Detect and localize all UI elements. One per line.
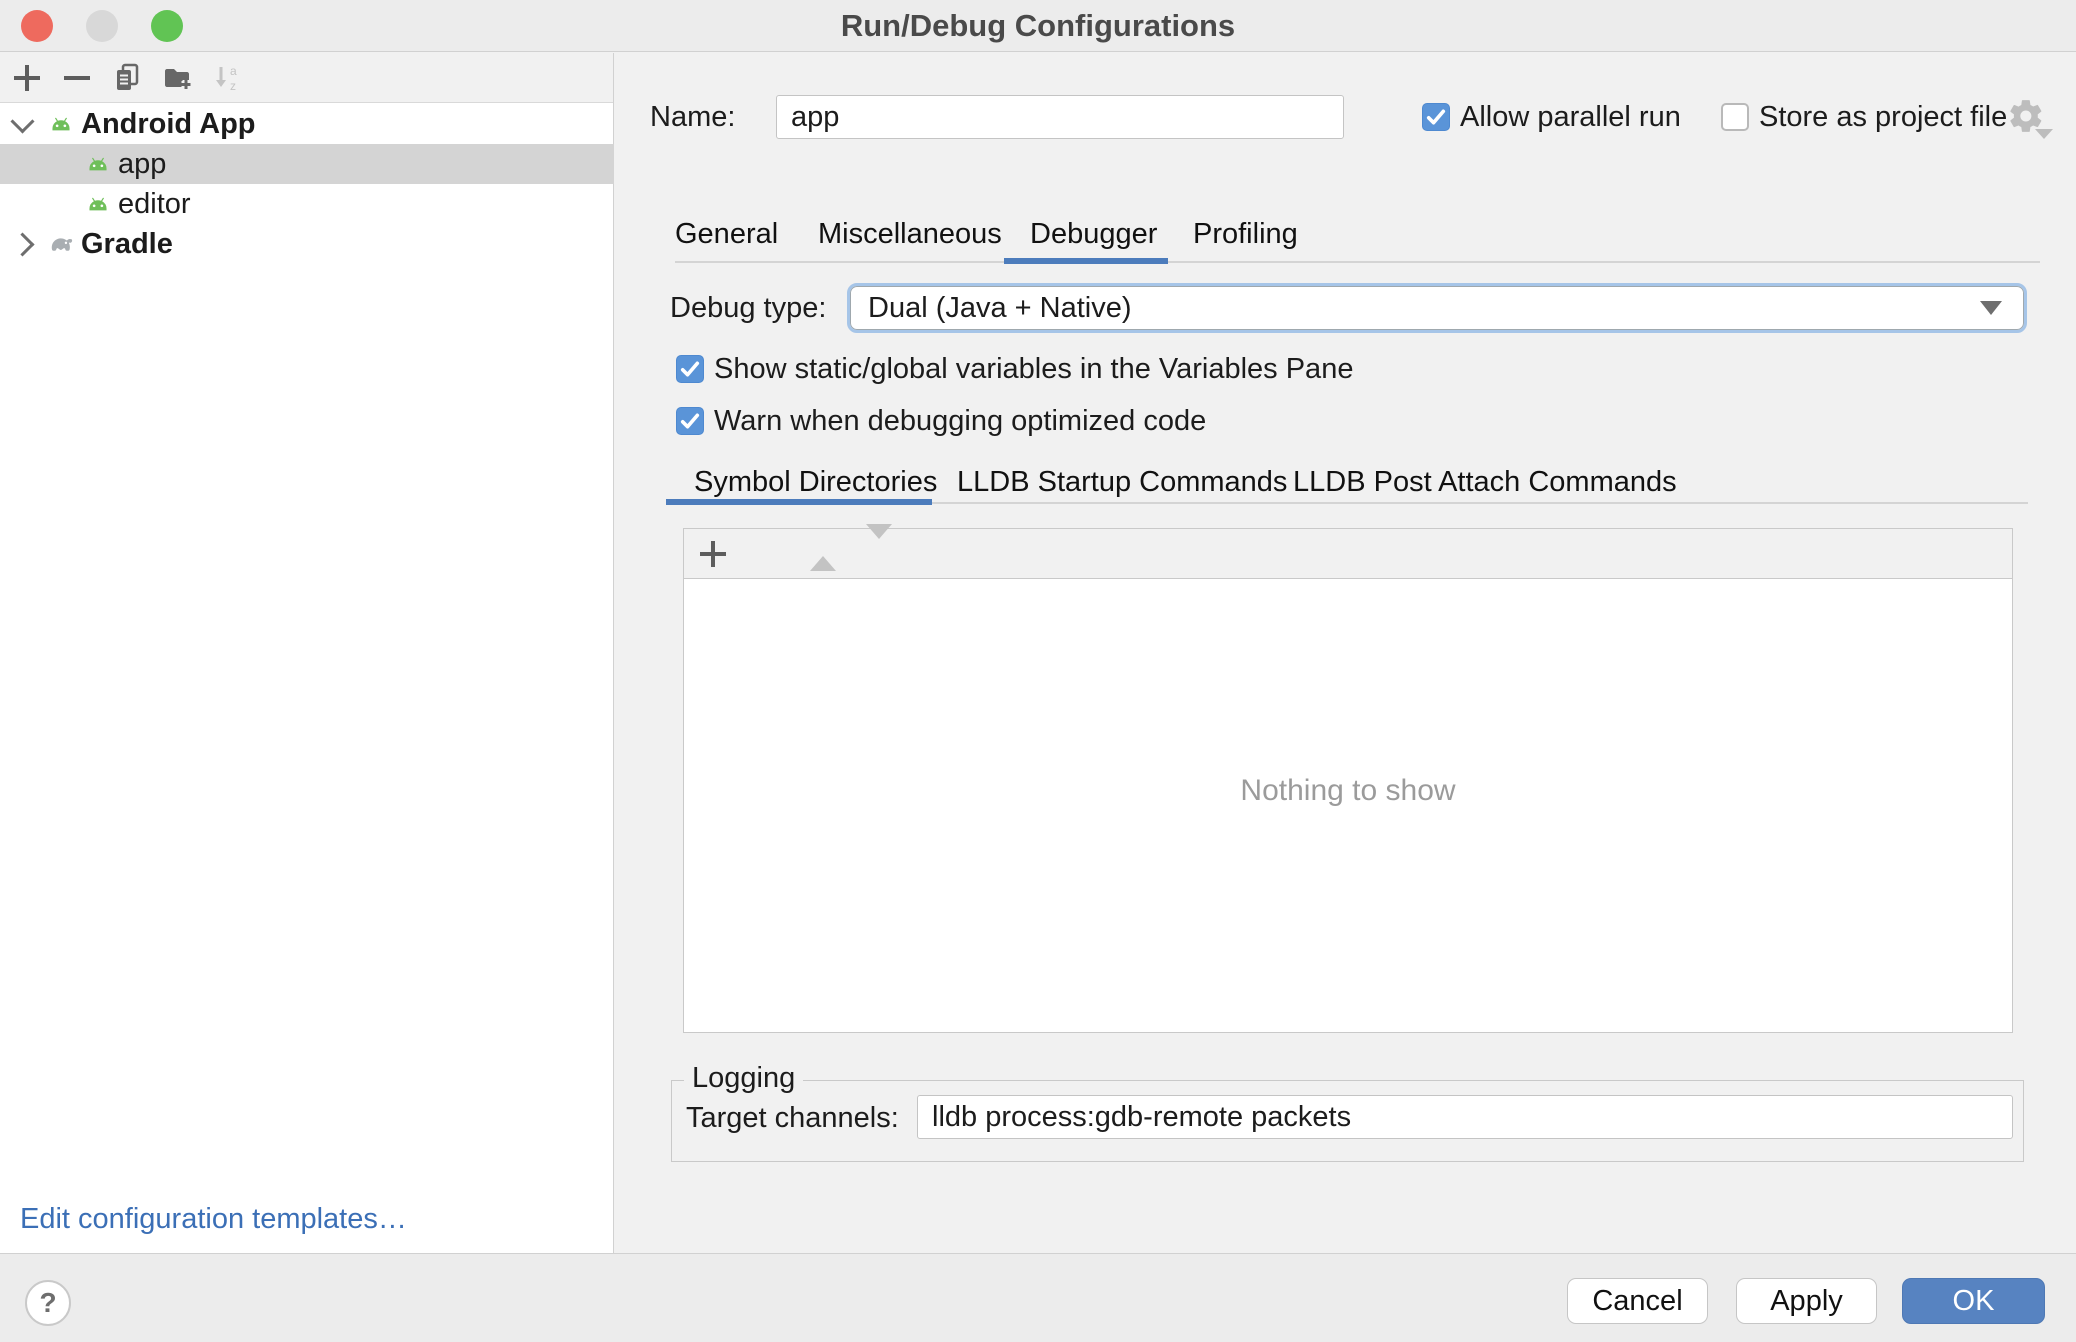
target-channels-label: Target channels: bbox=[686, 1101, 899, 1135]
add-icon[interactable] bbox=[698, 539, 728, 569]
ok-button[interactable]: OK bbox=[1902, 1278, 2045, 1324]
new-folder-icon[interactable] bbox=[162, 63, 192, 93]
debug-type-label: Debug type: bbox=[670, 291, 826, 325]
zoom-button[interactable] bbox=[151, 10, 183, 42]
empty-list-text: Nothing to show bbox=[684, 774, 2012, 808]
apply-button[interactable]: Apply bbox=[1736, 1278, 1877, 1324]
gradle-icon bbox=[45, 229, 75, 259]
chevron-right-icon[interactable] bbox=[10, 232, 34, 256]
remove-icon[interactable] bbox=[62, 63, 92, 93]
debug-type-value: Dual (Java + Native) bbox=[850, 292, 1980, 325]
android-icon bbox=[45, 109, 75, 139]
store-as-project-file-label[interactable]: Store as project file bbox=[1759, 100, 2007, 134]
name-label: Name: bbox=[650, 100, 735, 134]
minimize-button[interactable] bbox=[86, 10, 118, 42]
svg-text:a: a bbox=[230, 64, 237, 78]
remove-icon bbox=[754, 539, 784, 569]
logging-group: Logging Target channels: bbox=[671, 1080, 2024, 1162]
chevron-down-icon[interactable] bbox=[10, 109, 34, 133]
move-down-icon bbox=[866, 539, 896, 569]
name-input[interactable] bbox=[776, 95, 1344, 139]
tree-item-app[interactable]: app bbox=[0, 144, 614, 184]
svg-text:z: z bbox=[230, 79, 236, 93]
tree-item-android-app[interactable]: Android App bbox=[0, 104, 614, 144]
copy-icon[interactable] bbox=[112, 63, 142, 93]
tree-item-editor[interactable]: editor bbox=[0, 184, 614, 224]
gear-icon[interactable] bbox=[2007, 97, 2047, 139]
cancel-button[interactable]: Cancel bbox=[1567, 1278, 1708, 1324]
tab-miscellaneous[interactable]: Miscellaneous bbox=[818, 218, 1002, 250]
tree-item-label[interactable]: Gradle bbox=[81, 228, 173, 261]
android-icon bbox=[82, 189, 112, 219]
tree-item-label[interactable]: Android App bbox=[81, 108, 256, 141]
question-mark-icon: ? bbox=[39, 1287, 56, 1318]
add-icon[interactable] bbox=[12, 63, 42, 93]
tab-profiling[interactable]: Profiling bbox=[1193, 218, 1298, 250]
chevron-down-icon bbox=[1980, 301, 2002, 315]
warn-optimized-code-checkbox[interactable] bbox=[676, 407, 704, 435]
allow-parallel-run-checkbox[interactable] bbox=[1422, 103, 1450, 131]
help-button[interactable]: ? bbox=[25, 1280, 71, 1326]
sort-alphabetically-icon: a z bbox=[212, 63, 242, 93]
traffic-lights bbox=[21, 0, 183, 52]
show-static-global-variables-label[interactable]: Show static/global variables in the Vari… bbox=[714, 352, 1353, 386]
android-icon bbox=[82, 149, 112, 179]
table-toolbar bbox=[684, 529, 2012, 579]
show-static-global-variables-checkbox[interactable] bbox=[676, 355, 704, 383]
tab-lldb-startup-commands[interactable]: LLDB Startup Commands bbox=[957, 466, 1287, 498]
gear-dropdown-arrow-icon bbox=[2035, 129, 2053, 139]
configurations-sidebar: a z Android App app bbox=[0, 53, 614, 1253]
allow-parallel-run-label[interactable]: Allow parallel run bbox=[1460, 100, 1681, 134]
run-debug-configurations-dialog: Run/Debug Configurations bbox=[0, 0, 2076, 1342]
tree-item-label[interactable]: app bbox=[118, 148, 166, 181]
edit-configuration-templates-link[interactable]: Edit configuration templates… bbox=[20, 1203, 407, 1236]
selected-subtab-underline bbox=[666, 499, 932, 505]
dialog-footer: ? Cancel Apply OK bbox=[0, 1253, 2076, 1342]
symbol-directories-table: Nothing to show bbox=[683, 528, 2013, 1033]
title-bar: Run/Debug Configurations bbox=[0, 0, 2076, 52]
checkmark-icon bbox=[1423, 104, 1449, 130]
selected-tab-underline bbox=[1004, 258, 1168, 264]
logging-group-legend: Logging bbox=[684, 1062, 803, 1095]
move-up-icon bbox=[810, 539, 840, 569]
checkmark-icon bbox=[677, 408, 703, 434]
target-channels-input[interactable] bbox=[917, 1095, 2013, 1139]
debug-type-select[interactable]: Dual (Java + Native) bbox=[847, 283, 2027, 333]
tabs-divider bbox=[675, 261, 2040, 263]
tab-lldb-post-attach-commands[interactable]: LLDB Post Attach Commands bbox=[1293, 466, 1677, 498]
sidebar-toolbar: a z bbox=[0, 53, 613, 103]
close-button[interactable] bbox=[21, 10, 53, 42]
store-as-project-file-checkbox[interactable] bbox=[1721, 103, 1749, 131]
tab-debugger[interactable]: Debugger bbox=[1030, 218, 1157, 250]
tab-general[interactable]: General bbox=[675, 218, 778, 250]
configuration-editor-panel: Name: Allow parallel run Store as projec… bbox=[615, 53, 2076, 1253]
window-title: Run/Debug Configurations bbox=[0, 0, 2076, 52]
checkmark-icon bbox=[677, 356, 703, 382]
tree-item-label[interactable]: editor bbox=[118, 188, 191, 221]
tab-symbol-directories[interactable]: Symbol Directories bbox=[694, 466, 937, 498]
warn-optimized-code-label[interactable]: Warn when debugging optimized code bbox=[714, 404, 1206, 438]
tree-item-gradle[interactable]: Gradle bbox=[0, 224, 614, 264]
